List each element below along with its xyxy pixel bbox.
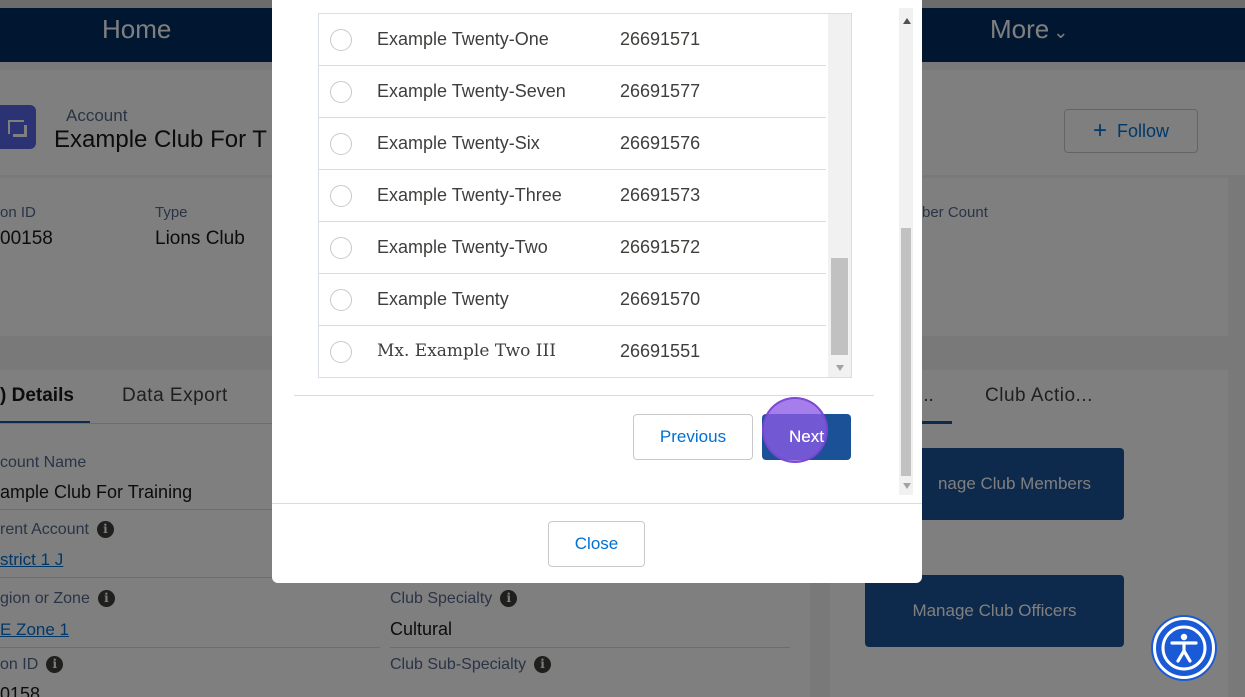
member-number: 26691577 <box>620 81 701 101</box>
radio-button[interactable] <box>330 341 352 363</box>
next-label: Next <box>789 427 824 446</box>
scroll-down-icon[interactable] <box>903 483 911 489</box>
radio-button[interactable] <box>330 185 352 207</box>
radio-button[interactable] <box>330 237 352 259</box>
list-scrollbar-thumb[interactable] <box>831 258 848 355</box>
list-item[interactable]: Example Twenty-Six 26691576 <box>319 118 826 170</box>
member-name: Example Twenty-Three <box>377 185 562 205</box>
modal-section-divider <box>294 395 874 396</box>
modal-scrollbar-thumb[interactable] <box>901 228 911 476</box>
list-item[interactable]: Example Twenty-Seven 26691577 <box>319 66 826 118</box>
radio-button[interactable] <box>330 29 352 51</box>
member-number: 26691571 <box>620 29 701 49</box>
member-name: Example Twenty-Six <box>377 133 540 153</box>
member-number: 26691573 <box>620 185 701 205</box>
member-number: 26691572 <box>620 237 701 257</box>
radio-button[interactable] <box>330 81 352 103</box>
list-scroll-down-icon[interactable] <box>836 365 844 371</box>
member-name: Example Twenty-Seven <box>377 81 566 101</box>
radio-button[interactable] <box>330 289 352 311</box>
scroll-up-icon[interactable] <box>903 18 911 24</box>
modal-footer-divider <box>272 503 922 504</box>
member-name: Example Twenty-Two <box>377 237 548 257</box>
list-item[interactable]: Example Twenty-Two 26691572 <box>319 222 826 274</box>
list-item[interactable]: Example Twenty 26691570 <box>319 274 826 326</box>
list-item[interactable]: Example Twenty-Three 26691573 <box>319 170 826 222</box>
radio-button[interactable] <box>330 133 352 155</box>
list-item[interactable]: Example Twenty-One 26691571 <box>319 14 826 66</box>
member-name: Mx. Example Two III <box>377 341 556 361</box>
member-number: 26691570 <box>620 289 701 309</box>
accessibility-figure-icon <box>1161 625 1207 671</box>
accessibility-icon[interactable] <box>1153 617 1215 679</box>
previous-button[interactable]: Previous <box>633 414 753 460</box>
member-name: Example Twenty <box>377 289 509 309</box>
member-number: 26691576 <box>620 133 701 153</box>
member-number: 26691551 <box>620 341 701 361</box>
close-button[interactable]: Close <box>548 521 645 567</box>
list-item[interactable]: Mx. Example Two III 26691551 <box>319 326 826 378</box>
member-name: Example Twenty-One <box>377 29 549 49</box>
